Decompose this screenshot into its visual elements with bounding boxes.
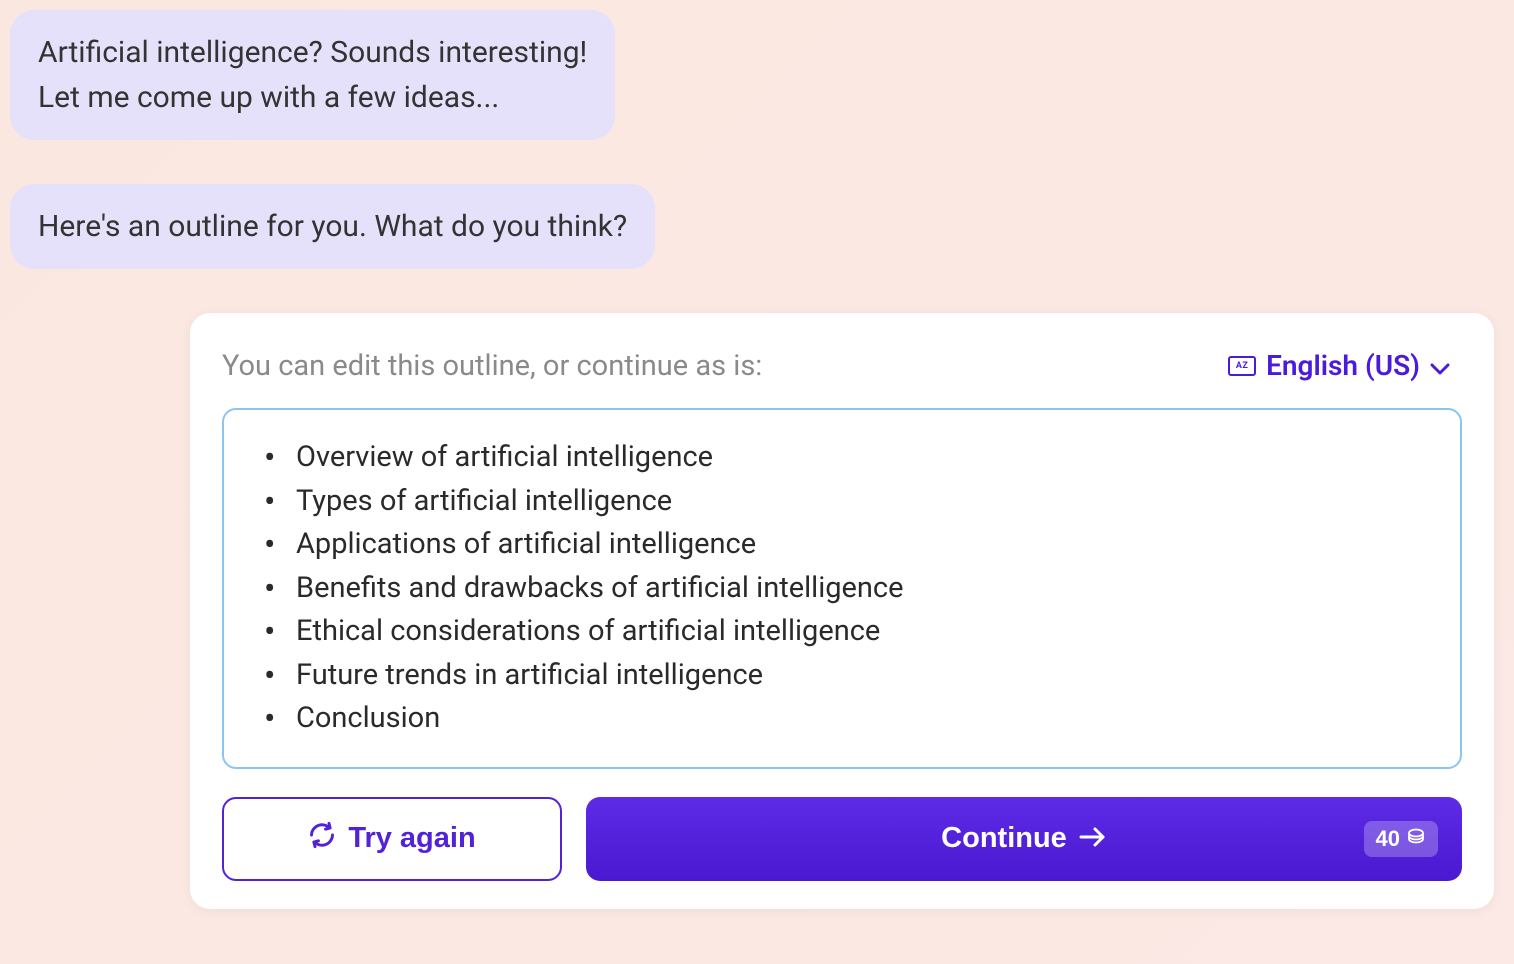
- arrow-right-icon: [1079, 822, 1107, 855]
- outline-hint: You can edit this outline, or continue a…: [222, 349, 762, 383]
- try-again-label: Try again: [348, 822, 475, 855]
- outline-card: You can edit this outline, or continue a…: [190, 313, 1494, 909]
- outline-item[interactable]: Types of artificial intelligence: [260, 480, 1424, 524]
- outline-item[interactable]: Future trends in artificial intelligence: [260, 654, 1424, 698]
- language-selector[interactable]: AZ English (US): [1216, 341, 1462, 390]
- button-row: Try again Continue 40: [222, 797, 1462, 881]
- try-again-button[interactable]: Try again: [222, 797, 562, 881]
- credits-badge: 40: [1364, 821, 1438, 857]
- continue-label: Continue: [941, 822, 1067, 855]
- outline-item[interactable]: Applications of artificial intelligence: [260, 523, 1424, 567]
- language-icon: AZ: [1228, 356, 1256, 376]
- outline-list: Overview of artificial intelligence Type…: [260, 436, 1424, 741]
- outline-item[interactable]: Overview of artificial intelligence: [260, 436, 1424, 480]
- outline-header: You can edit this outline, or continue a…: [222, 341, 1462, 390]
- assistant-message-text: Here's an outline for you. What do you t…: [38, 209, 627, 244]
- credits-value: 40: [1376, 826, 1400, 852]
- assistant-message-line: Let me come up with a few ideas...: [38, 80, 499, 115]
- outline-item[interactable]: Ethical considerations of artificial int…: [260, 610, 1424, 654]
- coin-icon: [1406, 826, 1426, 852]
- assistant-message-line: Artificial intelligence? Sounds interest…: [38, 35, 587, 70]
- outline-item[interactable]: Conclusion: [260, 697, 1424, 741]
- outline-editor[interactable]: Overview of artificial intelligence Type…: [222, 408, 1462, 769]
- language-label: English (US): [1266, 349, 1420, 382]
- assistant-message-bubble: Here's an outline for you. What do you t…: [10, 184, 655, 269]
- assistant-message-bubble: Artificial intelligence? Sounds interest…: [10, 10, 615, 140]
- chevron-down-icon: [1430, 349, 1450, 382]
- continue-button[interactable]: Continue 40: [586, 797, 1462, 881]
- refresh-icon: [308, 821, 336, 857]
- outline-item[interactable]: Benefits and drawbacks of artificial int…: [260, 567, 1424, 611]
